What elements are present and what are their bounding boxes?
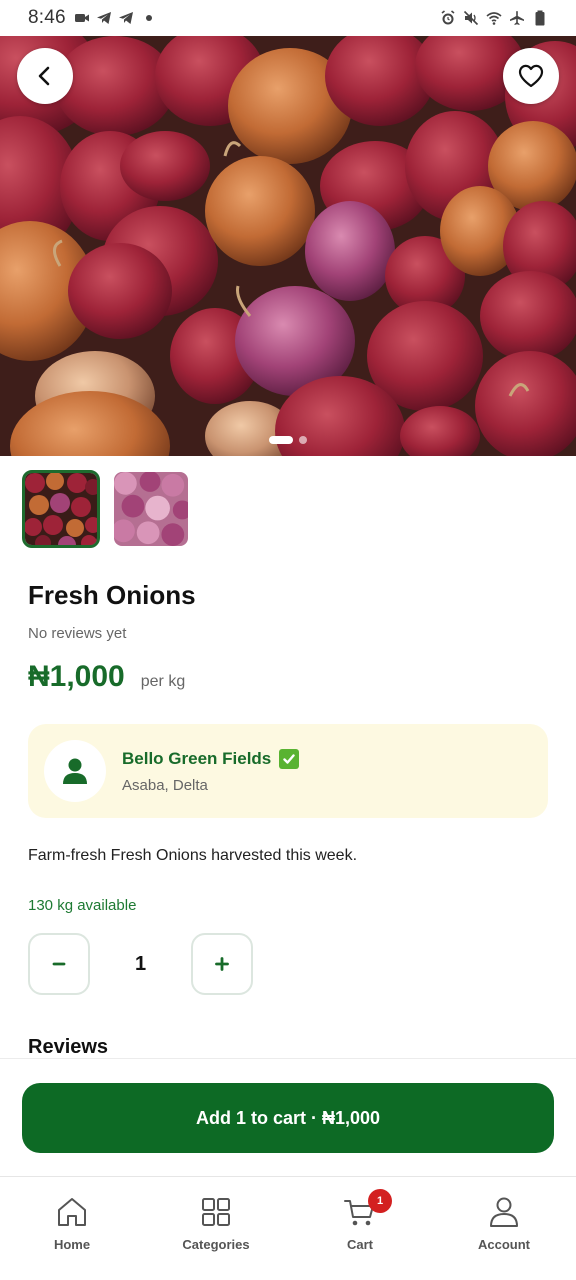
seller-location: Asaba, Delta: [122, 776, 208, 794]
status-time: 8:46: [28, 7, 66, 28]
product-title: Fresh Onions: [28, 580, 196, 610]
add-to-cart-button[interactable]: Add 1 to cart · ₦1,000: [22, 1083, 554, 1153]
seller-name-row: Bello Green Fields: [122, 748, 300, 769]
add-to-cart-bar: Add 1 to cart · ₦1,000: [0, 1058, 576, 1176]
nav-label-cart: Cart: [346, 1237, 373, 1252]
thumbnail-image: [25, 473, 97, 545]
status-system-icons: [440, 10, 548, 26]
telegram-icon: [118, 12, 133, 24]
thumbnail-1[interactable]: [22, 470, 100, 548]
verified-check-icon: [279, 748, 300, 769]
video-icon: [74, 14, 89, 22]
seller-info: Bello Green Fields Asaba, Delta: [122, 748, 300, 794]
quantity-value: 1: [134, 952, 147, 975]
stock-availability: 130 kg available: [28, 897, 137, 914]
nav-item-categories[interactable]: Categories: [144, 1177, 288, 1280]
nav-item-cart[interactable]: 1 Cart: [288, 1177, 432, 1280]
reviews-summary: No reviews yet: [28, 625, 127, 642]
mute-icon: [463, 10, 479, 26]
status-bar: 8:46: [0, 0, 576, 36]
grid-icon: [202, 1198, 230, 1226]
price-row: ₦1,000 per kg: [28, 660, 185, 694]
nav-label-home: Home: [53, 1237, 91, 1252]
nav-label-account: Account: [478, 1237, 530, 1252]
minus-icon: [52, 962, 66, 966]
person-icon: [63, 758, 87, 784]
nav-item-home[interactable]: Home: [0, 1177, 144, 1280]
battery-icon: [535, 10, 545, 26]
product-price: ₦1,000: [28, 660, 125, 693]
product-image-carousel[interactable]: [0, 36, 576, 456]
carousel-pager: [0, 436, 576, 444]
status-notification-icons: [74, 10, 152, 26]
increase-quantity-button[interactable]: [191, 933, 253, 995]
price-unit: per kg: [140, 673, 186, 690]
nav-label-categories: Categories: [182, 1237, 250, 1252]
pager-dot[interactable]: [299, 436, 307, 444]
seller-avatar: [44, 740, 106, 802]
telegram-icon: [96, 12, 111, 24]
dot-icon: [145, 15, 152, 21]
cart-count-badge: 1: [368, 1189, 392, 1213]
wifi-icon: [486, 12, 502, 25]
bottom-navigation: Home Categories 1 Cart Account: [0, 1176, 576, 1280]
reviews-heading: Reviews: [28, 1036, 109, 1058]
alarm-icon: [441, 10, 455, 25]
thumbnail-2[interactable]: [112, 470, 190, 548]
thumbnail-image: [114, 472, 188, 546]
back-button[interactable]: [17, 48, 73, 104]
nav-item-account[interactable]: Account: [432, 1177, 576, 1280]
user-icon: [490, 1197, 518, 1227]
home-icon: [58, 1198, 86, 1226]
onions-photo: [0, 36, 576, 456]
image-thumbnails: [22, 470, 190, 548]
airplane-icon: [510, 11, 524, 25]
quantity-stepper: 1: [28, 933, 253, 995]
decrease-quantity-button[interactable]: [28, 933, 90, 995]
plus-icon: [215, 957, 229, 971]
chevron-left-icon: [38, 66, 50, 86]
heart-icon: [518, 64, 544, 88]
seller-name: Bello Green Fields: [122, 748, 272, 768]
pager-dot-active[interactable]: [269, 436, 293, 444]
seller-card[interactable]: Bello Green Fields Asaba, Delta: [28, 724, 548, 818]
product-description: Farm-fresh Fresh Onions harvested this w…: [28, 847, 358, 864]
favorite-button[interactable]: [503, 48, 559, 104]
